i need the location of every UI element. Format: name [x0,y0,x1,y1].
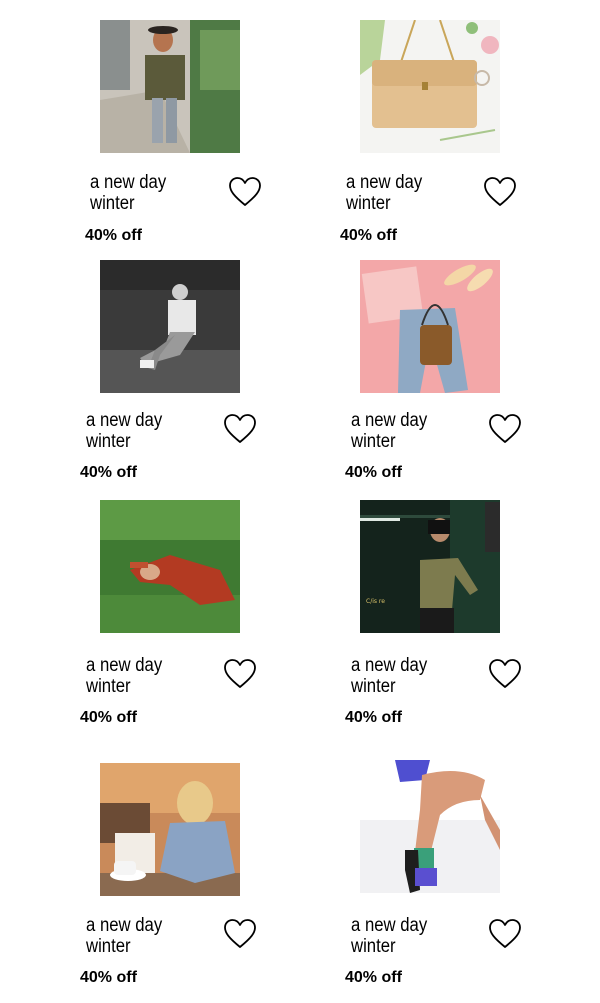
product-brand: a new day winter [351,915,428,957]
product-card[interactable]: a new day winter 40% off [80,260,300,500]
product-image-woman-in-grass[interactable] [100,500,240,633]
svg-text:C/is re: C/is re [366,598,385,605]
product-card[interactable]: a new day winter 40% off [340,20,560,260]
product-card[interactable]: a new day winter 40% off [345,260,560,500]
heart-icon[interactable] [223,918,257,950]
product-brand: a new day winter [86,915,163,957]
product-image-jeans-flatlay[interactable] [360,260,500,393]
product-brand: a new day winter [351,655,428,697]
product-image-man-sitting[interactable] [100,260,240,393]
heart-icon[interactable] [488,413,522,445]
product-image-legs-sandals[interactable] [360,760,500,893]
product-image-handbag[interactable] [360,20,500,153]
product-card[interactable]: C/is re a new day winter 40% off [345,500,560,740]
heart-icon[interactable] [488,658,522,690]
discount-label: 40% off [345,464,402,481]
discount-label: 40% off [340,227,397,244]
heart-icon[interactable] [223,658,257,690]
heart-icon[interactable] [488,918,522,950]
discount-label: 40% off [80,464,137,481]
product-brand: a new day winter [86,655,163,697]
discount-label: 40% off [345,969,402,986]
product-image-woman-tile-wall[interactable]: C/is re [360,500,500,633]
product-image-woman-walking[interactable] [100,20,240,153]
discount-label: 40% off [80,969,137,986]
heart-icon[interactable] [483,176,517,208]
product-brand: a new day winter [90,172,167,214]
heart-icon[interactable] [228,176,262,208]
product-brand: a new day winter [86,410,163,452]
discount-label: 40% off [85,227,142,244]
product-card[interactable]: a new day winter 40% off [80,763,300,1003]
product-card[interactable]: a new day winter 40% off [85,20,300,260]
product-brand: a new day winter [351,410,428,452]
heart-icon[interactable] [223,413,257,445]
discount-label: 40% off [80,709,137,726]
discount-label: 40% off [345,709,402,726]
product-card[interactable]: a new day winter 40% off [345,760,560,1000]
product-brand: a new day winter [346,172,423,214]
product-card[interactable]: a new day winter 40% off [80,500,300,740]
product-image-woman-cafe[interactable] [100,763,240,896]
